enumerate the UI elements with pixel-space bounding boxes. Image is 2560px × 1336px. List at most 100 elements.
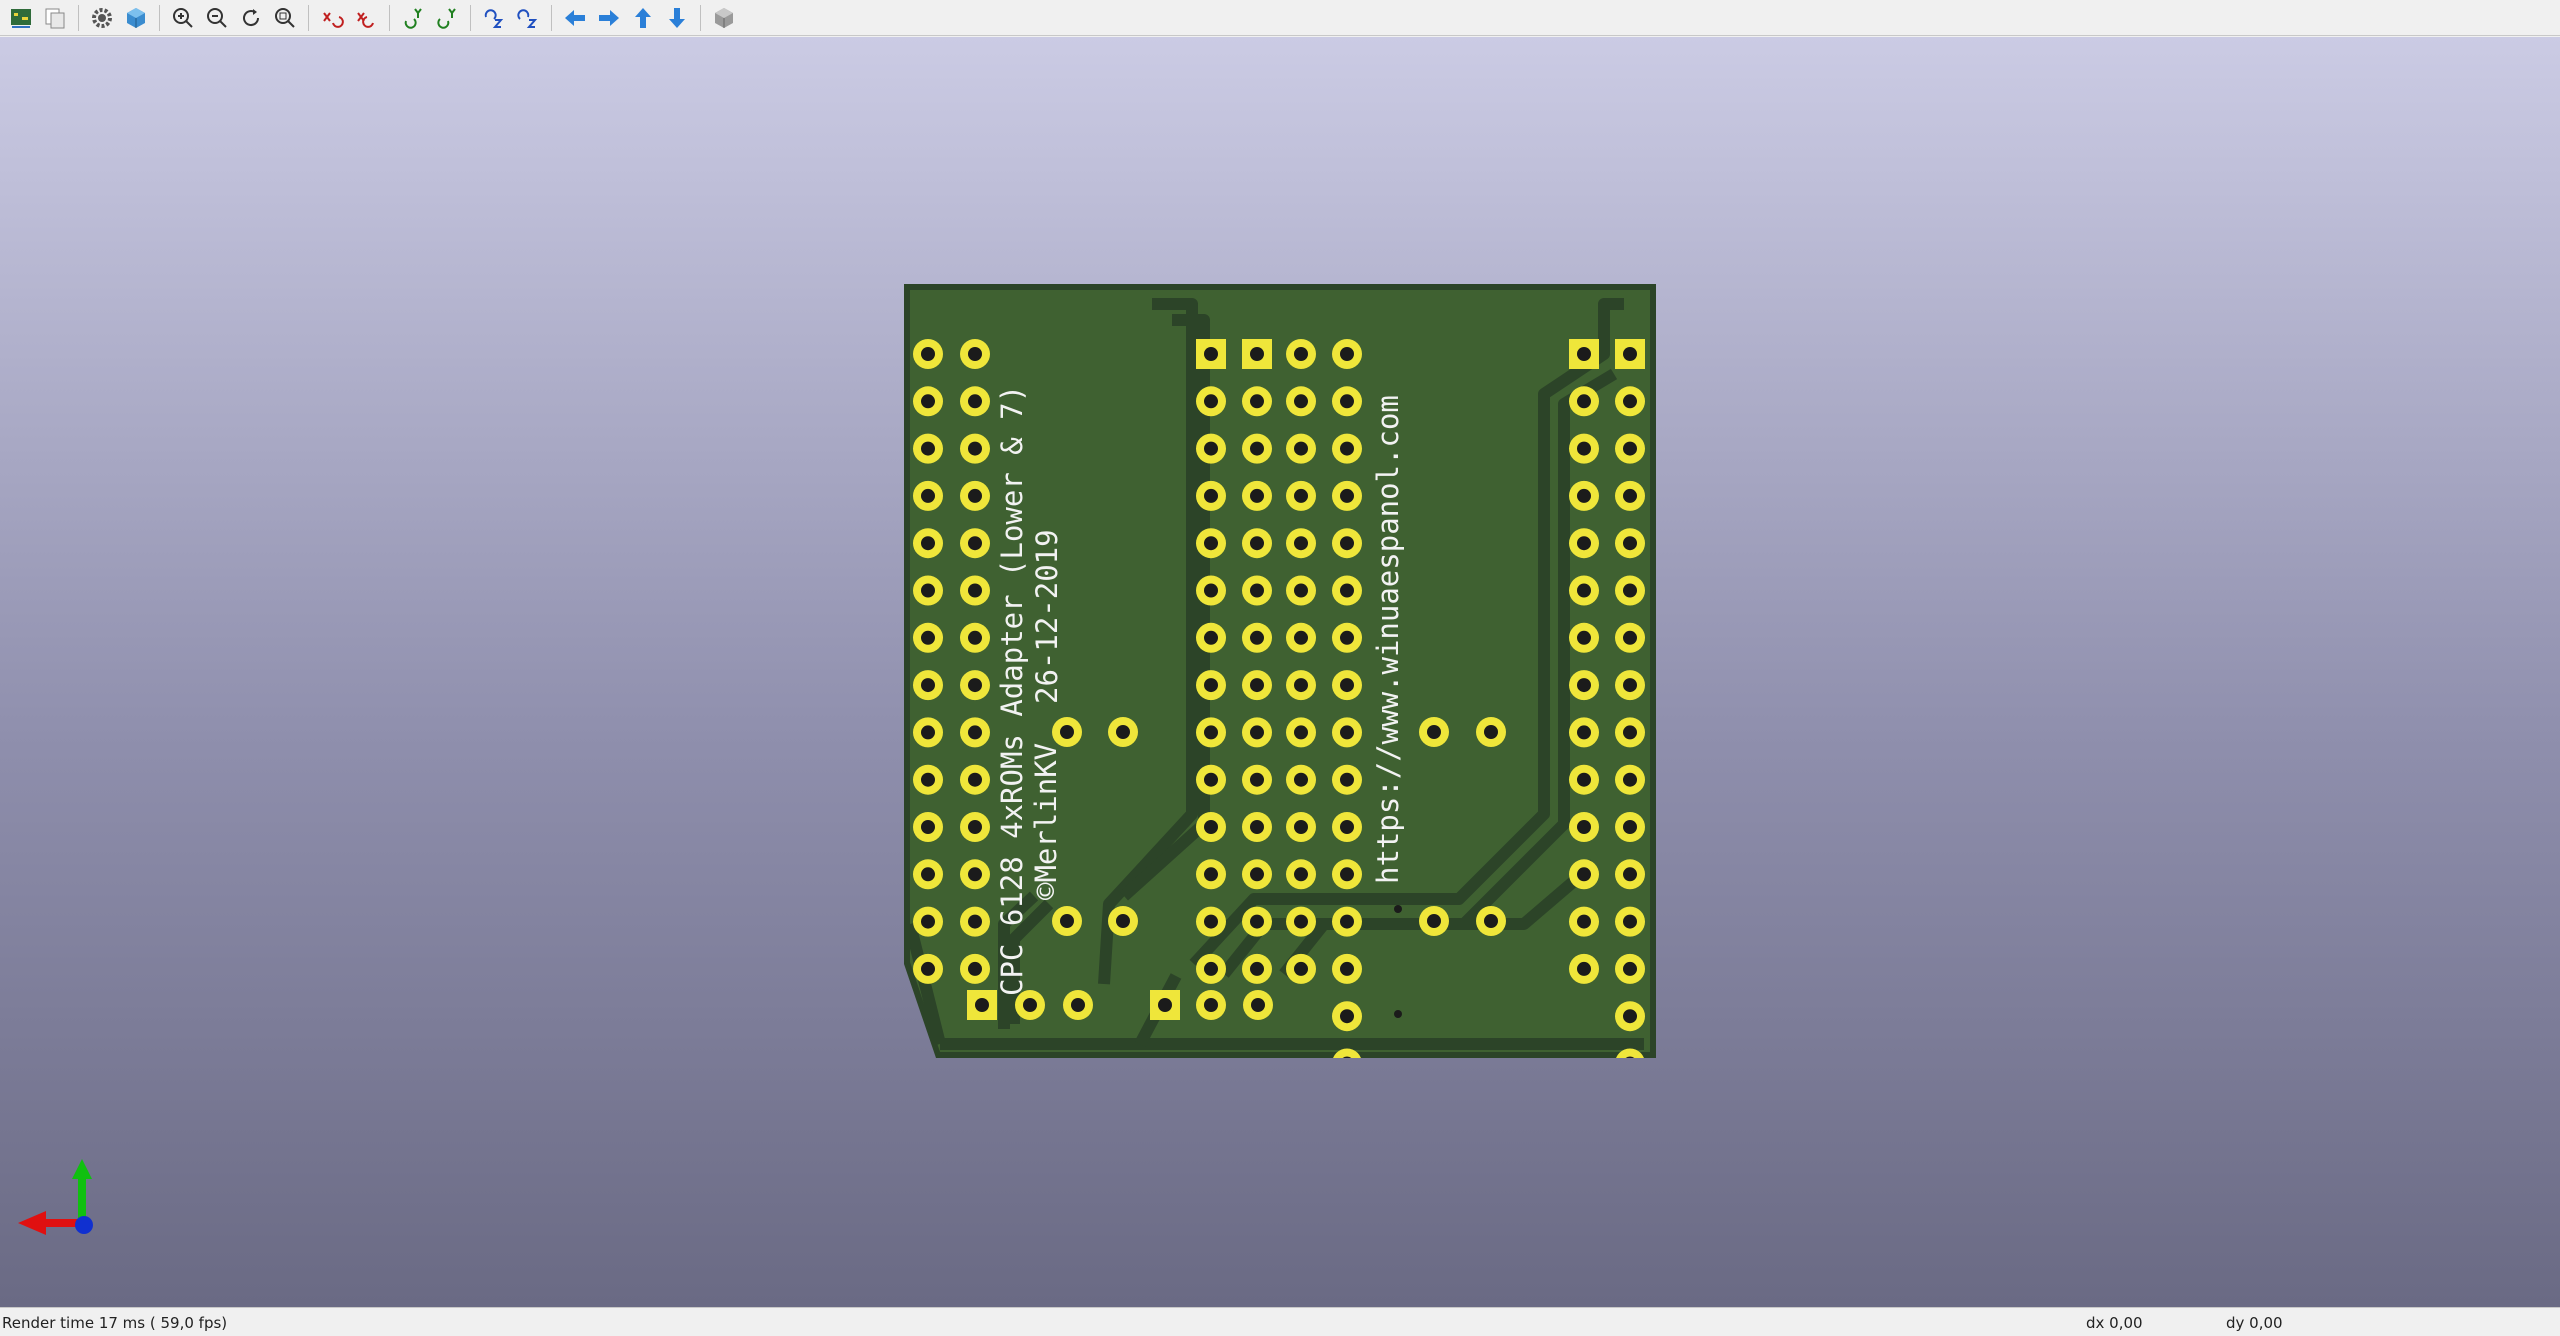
reload-board-button[interactable] [6, 3, 36, 33]
toolbar-separator [78, 4, 79, 31]
drill-hole [1204, 961, 1218, 976]
zoom-fit-button[interactable] [270, 3, 300, 33]
move-up-button[interactable] [628, 3, 658, 33]
drill-hole [1250, 867, 1264, 882]
drill-hole [1294, 536, 1308, 551]
drill-hole [1250, 394, 1264, 409]
drill-hole [921, 772, 935, 787]
ortho-view-button[interactable] [709, 3, 739, 33]
drill-hole [921, 867, 935, 882]
drill-hole [968, 630, 982, 645]
drill-hole [968, 347, 982, 361]
drill-hole [1294, 630, 1308, 645]
drill-hole [1427, 725, 1441, 739]
drill-hole [1340, 347, 1354, 361]
drill-hole [1250, 347, 1264, 361]
drill-hole [1294, 488, 1308, 503]
via [1394, 1010, 1402, 1018]
move-right-button[interactable] [594, 3, 624, 33]
drill-hole [921, 488, 935, 503]
raytracing-button[interactable] [121, 3, 151, 33]
drill-hole [1427, 914, 1441, 928]
drill-hole [1204, 488, 1218, 503]
zoom-in-icon [173, 7, 193, 28]
drill-hole [1623, 394, 1637, 409]
drill-hole [1294, 914, 1308, 929]
rotate-x-ccw-icon [357, 11, 374, 28]
redraw-icon [243, 8, 260, 26]
redraw-button[interactable] [236, 3, 266, 33]
rotate-y-cw-icon [404, 7, 422, 29]
drill-hole [921, 630, 935, 645]
drill-hole [1250, 678, 1264, 693]
drill-hole [1340, 1009, 1354, 1024]
move-down-button[interactable] [662, 3, 692, 33]
rotate-x-cw-button[interactable] [317, 3, 347, 33]
drill-hole [1340, 961, 1354, 976]
toolbar-separator [308, 4, 309, 31]
drill-hole [1577, 772, 1591, 787]
toolbar [0, 0, 2560, 36]
drill-hole [968, 441, 982, 456]
copy-image-icon [45, 8, 65, 28]
move-left-button[interactable] [560, 3, 590, 33]
drill-hole [1340, 820, 1354, 834]
drill-hole [968, 961, 982, 976]
rotate-y-cw-button[interactable] [398, 3, 428, 33]
drill-hole [1294, 725, 1308, 740]
drill-hole [921, 725, 935, 740]
pcb-board: CPC 6128 4xROMs Adapter (Lower & 7) 26-1… [904, 284, 1656, 1058]
zoom-in-button[interactable] [168, 3, 198, 33]
zoom-out-button[interactable] [202, 3, 232, 33]
drill-hole [1250, 536, 1264, 551]
drill-hole [1577, 867, 1591, 882]
pcb-render: CPC 6128 4xROMs Adapter (Lower & 7) 26-1… [904, 284, 1656, 1058]
drill-hole [1577, 441, 1591, 456]
drill-hole [1340, 583, 1354, 598]
drill-hole [1294, 394, 1308, 409]
drill-hole [1294, 867, 1308, 882]
drill-hole [1071, 998, 1085, 1012]
rotate-x-ccw-button[interactable] [351, 3, 381, 33]
drill-hole [1623, 347, 1637, 361]
drill-hole [968, 772, 982, 787]
z-axis-dot [75, 1216, 93, 1234]
drill-hole [1623, 772, 1637, 787]
drill-hole [1623, 725, 1637, 740]
drill-hole [1204, 441, 1218, 456]
drill-hole [1294, 961, 1308, 976]
preferences-button[interactable] [87, 3, 117, 33]
rotate-x-cw-icon [323, 11, 344, 28]
drill-hole [1294, 772, 1308, 787]
drill-hole [1340, 914, 1354, 929]
drill-hole [1250, 725, 1264, 740]
drill-hole [1204, 394, 1218, 409]
rotate-z-cw-button[interactable] [479, 3, 509, 33]
via [1394, 905, 1402, 913]
drill-hole [1204, 630, 1218, 645]
silk-url-text: https://www.winuaespanol.com [1371, 395, 1405, 884]
dx-readout: dx 0,00 [2086, 1314, 2143, 1332]
rotate-y-ccw-button[interactable] [432, 3, 462, 33]
drill-hole [921, 441, 935, 456]
gear-icon [92, 7, 112, 28]
drill-hole [1340, 772, 1354, 787]
drill-hole [1294, 583, 1308, 598]
rotate-z-ccw-button[interactable] [513, 3, 543, 33]
drill-hole [968, 867, 982, 882]
drill-hole [1204, 725, 1218, 740]
drill-hole [1623, 820, 1637, 834]
drill-hole [1340, 678, 1354, 693]
drill-hole [1294, 347, 1308, 361]
drill-hole [968, 536, 982, 551]
arrow-up-icon [635, 7, 651, 28]
drill-hole [921, 961, 935, 976]
drill-hole [1623, 867, 1637, 882]
drill-hole [1340, 725, 1354, 740]
drill-hole [1623, 441, 1637, 456]
copy-image-button[interactable] [40, 3, 70, 33]
drill-hole [1158, 998, 1172, 1012]
drill-hole [1623, 1009, 1637, 1024]
drill-hole [921, 678, 935, 693]
3d-viewport[interactable]: CPC 6128 4xROMs Adapter (Lower & 7) 26-1… [0, 37, 2560, 1307]
